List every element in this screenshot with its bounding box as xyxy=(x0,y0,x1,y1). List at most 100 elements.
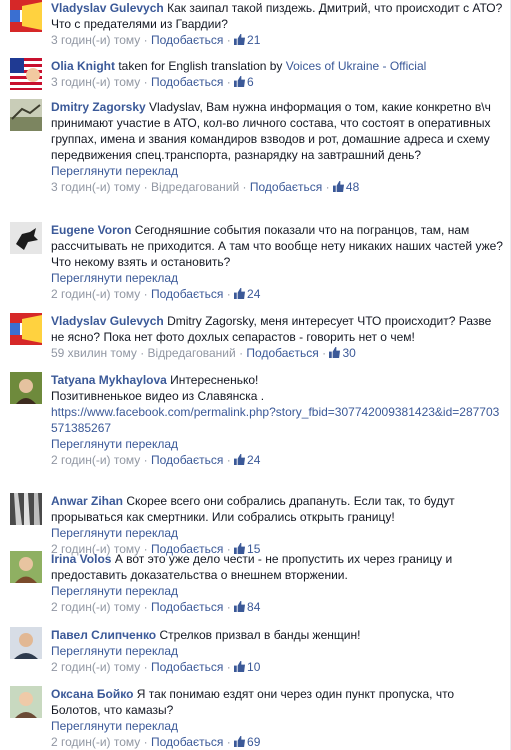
comment-body: Irina Volos А вот это уже дело чести - н… xyxy=(51,551,503,615)
like-count[interactable]: 69 xyxy=(234,735,260,749)
like-count[interactable]: 21 xyxy=(234,33,260,47)
comment-body: Оксана Бойко Я так понимаю ездят они чер… xyxy=(51,686,503,750)
comment-body: Olia Knight taken for English translatio… xyxy=(51,58,503,90)
like-button[interactable]: Подобається xyxy=(151,735,223,749)
page-link[interactable]: Voices of Ukraine - Official xyxy=(286,59,427,73)
see-translation-link[interactable]: Переглянути переклад xyxy=(51,525,503,541)
comment-meta: 2 годин(-и) тому · Подобається · 24 xyxy=(51,287,261,301)
woman-portrait-avatar-icon xyxy=(10,686,42,718)
thumbs-up-icon xyxy=(234,736,246,747)
avatar[interactable] xyxy=(10,372,42,404)
comment-author[interactable]: Irina Volos xyxy=(51,552,111,566)
comment-meta: 3 годин(-и) тому · Подобається · 6 xyxy=(51,75,254,89)
comment-time[interactable]: 2 годин(-и) тому xyxy=(51,600,140,614)
see-translation-link[interactable]: Переглянути переклад xyxy=(51,436,503,452)
comment-body: Vladyslav Gulevych Dmitry Zagorsky, меня… xyxy=(51,313,503,361)
landscape-avatar-icon xyxy=(10,99,42,131)
comment-meta: 59 хвилин тому · Відредагований · Подоба… xyxy=(51,346,356,360)
avatar[interactable] xyxy=(10,627,42,659)
us-flag-avatar-icon xyxy=(10,58,42,90)
like-count[interactable]: 48 xyxy=(332,180,359,194)
thumbs-up-icon xyxy=(234,454,246,465)
comment-meta: 2 годин(-и) тому · Подобається · 24 xyxy=(51,453,261,467)
like-button[interactable]: Подобається xyxy=(151,600,223,614)
portrait-avatar-icon xyxy=(10,372,42,404)
edited-label[interactable]: Відредагований xyxy=(148,346,236,360)
thumbs-up-icon xyxy=(234,288,246,299)
comment-body: Anwar Zihan Скорее всего они собрались д… xyxy=(51,493,503,557)
comment-body: Eugene Voron Сегодняшние события показал… xyxy=(51,222,503,302)
avatar[interactable] xyxy=(10,222,42,254)
comment-author[interactable]: Оксана Бойко xyxy=(51,687,133,701)
comment-author[interactable]: Eugene Voron xyxy=(51,223,131,237)
avatar[interactable] xyxy=(10,58,42,90)
comment-time[interactable]: 2 годин(-и) тому xyxy=(51,453,140,467)
comment-time[interactable]: 3 годин(-и) тому xyxy=(51,33,140,47)
like-button[interactable]: Подобається xyxy=(151,75,223,89)
comment-text: Стрелков призвал в банды женщин! xyxy=(159,628,361,642)
thumbs-up-icon xyxy=(234,601,246,612)
comment-meta: 3 годин(-и) тому · Відредагований · Подо… xyxy=(51,180,360,194)
thumbs-up-icon xyxy=(332,181,344,192)
like-count[interactable]: 30 xyxy=(329,346,356,360)
see-translation-link[interactable]: Переглянути переклад xyxy=(51,583,503,599)
edited-label[interactable]: Відредагований xyxy=(151,180,239,194)
comment-time[interactable]: 3 годин(-и) тому xyxy=(51,180,140,194)
avatar[interactable] xyxy=(10,551,42,583)
comment-author[interactable]: Павел Слипченко xyxy=(51,628,156,642)
thumbs-up-icon xyxy=(329,347,341,358)
avatar[interactable] xyxy=(10,686,42,718)
see-translation-link[interactable]: Переглянути переклад xyxy=(51,163,503,179)
comment-body: Vladyslav Gulevych Как заипал такой пизд… xyxy=(51,0,503,48)
comment-author[interactable]: Vladyslav Gulevych xyxy=(51,314,164,328)
comment-author[interactable]: Vladyslav Gulevych xyxy=(51,1,164,15)
see-translation-link[interactable]: Переглянути переклад xyxy=(51,718,503,734)
comment-list: Vladyslav Gulevych Как заипал такой пизд… xyxy=(0,0,511,750)
comment-author[interactable]: Dmitry Zagorsky xyxy=(51,100,146,114)
see-translation-link[interactable]: Переглянути переклад xyxy=(51,643,503,659)
comment-time[interactable]: 2 годин(-и) тому xyxy=(51,660,140,674)
comment-time[interactable]: 3 годин(-и) тому xyxy=(51,75,140,89)
comment-time[interactable]: 59 хвилин тому xyxy=(51,346,137,360)
flag-avatar-icon xyxy=(10,0,42,32)
comment-text: taken for English translation by xyxy=(118,59,286,73)
comment-meta: 2 годин(-и) тому · Подобається · 84 xyxy=(51,600,261,614)
light-beams-avatar-icon xyxy=(10,493,42,525)
avatar[interactable] xyxy=(10,313,42,345)
like-button[interactable]: Подобається xyxy=(151,287,223,301)
comment-time[interactable]: 2 годин(-и) тому xyxy=(51,735,140,749)
comment-meta: 3 годин(-и) тому · Подобається · 21 xyxy=(51,33,261,47)
see-translation-link[interactable]: Переглянути переклад xyxy=(51,270,503,286)
like-button[interactable]: Подобається xyxy=(151,453,223,467)
like-button[interactable]: Подобається xyxy=(246,346,318,360)
like-count[interactable]: 6 xyxy=(234,75,254,89)
like-button[interactable]: Подобається xyxy=(250,180,322,194)
comment-meta: 2 годин(-и) тому · Подобається · 10 xyxy=(51,660,261,674)
comment-body: Павел Слипченко Стрелков призвал в банды… xyxy=(51,627,503,675)
like-count[interactable]: 10 xyxy=(234,660,260,674)
like-count[interactable]: 24 xyxy=(234,453,260,467)
thumbs-up-icon xyxy=(234,76,246,87)
comment-author[interactable]: Anwar Zihan xyxy=(51,494,123,508)
portrait-avatar-icon xyxy=(10,551,42,583)
like-count[interactable]: 84 xyxy=(234,600,260,614)
avatar[interactable] xyxy=(10,0,42,32)
like-count[interactable]: 24 xyxy=(234,287,260,301)
thumbs-up-icon xyxy=(234,34,246,45)
like-button[interactable]: Подобається xyxy=(151,660,223,674)
post-link[interactable]: https://www.facebook.com/permalink.php?s… xyxy=(51,405,499,435)
thumbs-up-icon xyxy=(234,661,246,672)
like-button[interactable]: Подобається xyxy=(151,33,223,47)
raven-avatar-icon xyxy=(10,222,42,254)
avatar[interactable] xyxy=(10,99,42,131)
comment-time[interactable]: 2 годин(-и) тому xyxy=(51,287,140,301)
avatar[interactable] xyxy=(10,493,42,525)
comment-body: Dmitry Zagorsky Vladyslav, Вам нужна инф… xyxy=(51,99,503,195)
flag-avatar-icon xyxy=(10,313,42,345)
comment-meta: 2 годин(-и) тому · Подобається · 69 xyxy=(51,735,261,749)
man-portrait-avatar-icon xyxy=(10,627,42,659)
comment-text: А вот это уже дело чести - не пропустить… xyxy=(51,552,456,582)
comment-author[interactable]: Olia Knight xyxy=(51,59,115,73)
comment-body: Tatyana Mykhaylova Интересненько! Позити… xyxy=(51,372,503,468)
comment-author[interactable]: Tatyana Mykhaylova xyxy=(51,373,167,387)
